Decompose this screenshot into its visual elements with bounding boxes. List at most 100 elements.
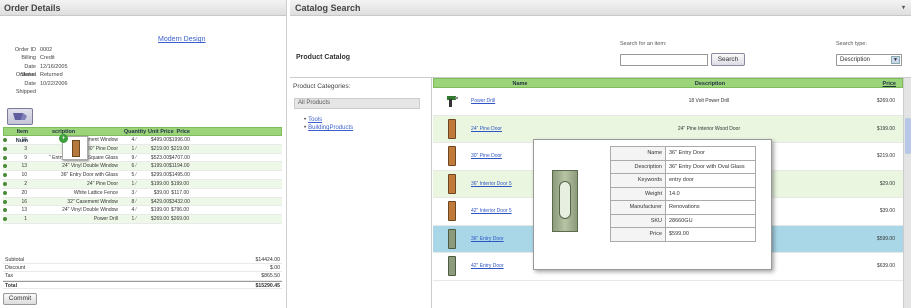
field-value: Credit — [40, 55, 55, 62]
edit-icon: ⁄ — [135, 154, 137, 161]
item-qty[interactable]: 3 ⁄ — [121, 189, 147, 197]
item-qty[interactable]: 1 ⁄ — [121, 215, 147, 223]
order-field: Status Returned — [4, 71, 114, 79]
item-qty[interactable]: 1 ⁄ — [121, 145, 147, 153]
total-value: $15290.45 — [255, 282, 280, 289]
order-field: Order ID 0002 — [4, 46, 114, 54]
col-price[interactable]: Price — [170, 128, 192, 135]
total-value: $14424.00 — [255, 257, 280, 263]
item-qty[interactable]: 6 ⁄ — [121, 162, 147, 170]
col-price[interactable]: Price — [852, 79, 902, 87]
col-name[interactable]: Name — [472, 79, 568, 87]
product-price: $219.00 — [876, 153, 895, 160]
detail-row: Name 36" Entry Door — [610, 146, 756, 161]
edit-icon: ⁄ — [135, 216, 137, 223]
detail-row: SKU 28660GU — [610, 213, 756, 228]
modern-design-link[interactable]: Modern Design — [158, 36, 205, 43]
category-list: ToolsBuildingProducts — [304, 116, 353, 132]
product-price: $29.00 — [879, 180, 895, 187]
scroll-thumb[interactable] — [905, 118, 911, 154]
order-item-row[interactable]: 3 30" Pine Door 1 ⁄ $219.00 $219.00 — [3, 144, 282, 154]
field-value: 12/16/2005 — [40, 63, 68, 70]
order-item-row[interactable]: 13 24" Vinyl Double Window 4 ⁄ $199.00 $… — [3, 206, 282, 216]
item-unit-price: $499.00 — [150, 137, 169, 143]
item-qty[interactable]: 4 ⁄ — [121, 136, 147, 144]
item-qty[interactable]: 8 ⁄ — [121, 198, 147, 206]
total-label: Discount — [5, 265, 26, 272]
product-price: $199.00 — [876, 125, 895, 132]
order-totals: Subtotal $14424.00 Discount $.00 Tax $865.… — [3, 256, 282, 289]
search-label: Search for an item: — [620, 41, 667, 47]
detail-key: Keywords — [610, 173, 666, 188]
item-price: $117.00 — [171, 189, 189, 196]
item-price: $269.00 — [170, 216, 189, 223]
product-scrollbar[interactable] — [903, 78, 911, 308]
item-qty[interactable]: 1 ⁄ — [121, 180, 147, 188]
search-type-value: Description — [840, 57, 871, 63]
product-price: $639.00 — [876, 263, 895, 270]
order-details-panel: Order Details Modern Design Order ID 000… — [0, 0, 287, 308]
item-price: $199.00 — [170, 180, 189, 187]
detail-value: 36" Entry Door with Oval Glass — [665, 159, 756, 174]
order-item-row[interactable]: 20 White Lattice Fence 3 ⁄ $39.00 $117.0… — [3, 189, 282, 198]
col-description[interactable]: Description — [568, 79, 852, 87]
category-link[interactable]: BuildingProducts — [304, 124, 353, 132]
order-item-row[interactable]: 16 32" Casement Window 8 ⁄ $429.00 $3432… — [3, 197, 282, 207]
order-item-row[interactable]: 10 36" Entry Door with Glass 5 ⁄ $299.00… — [3, 171, 282, 180]
search-input[interactable] — [620, 54, 708, 66]
product-price: $39.00 — [879, 208, 895, 215]
collapse-icon[interactable]: ▾ — [902, 4, 905, 11]
detail-value: 28660GU — [665, 213, 756, 228]
door-icon — [448, 256, 456, 277]
commit-button[interactable]: Commit — [3, 293, 37, 305]
col-unit-price[interactable]: Unit Price — [148, 128, 174, 135]
item-qty[interactable]: 4 ⁄ — [121, 206, 147, 214]
total-row: Tax $865.50 — [3, 272, 282, 281]
item-qty[interactable]: 5 ⁄ — [121, 171, 147, 179]
item-name: White Lattice Fence — [73, 189, 118, 196]
product-name-link[interactable]: Power Drill — [471, 98, 567, 104]
order-item-row[interactable]: 15 42" Casement Window 4 ⁄ $499.00 $1996… — [3, 136, 282, 145]
order-item-row[interactable]: 2 24" Pine Door 1 ⁄ $199.00 $199.00 — [3, 179, 282, 189]
edit-icon: ⁄ — [135, 189, 137, 196]
order-item-row[interactable]: 13 24" Vinyl Double Window 6 ⁄ $199.00 $… — [3, 162, 282, 172]
category-link[interactable]: Tools — [304, 116, 353, 124]
search-button[interactable]: Search — [711, 53, 745, 66]
product-detail-tooltip: Name 36" Entry Door Description 36" Entry… — [533, 139, 772, 270]
order-field: Billing Credit — [4, 54, 114, 62]
order-item-row[interactable]: 9 " Entry Door with Square Glass 9 ⁄ $52… — [3, 154, 282, 163]
door-icon — [448, 118, 456, 139]
all-products-button[interactable]: All Products — [294, 98, 420, 109]
item-price: $3432.00 — [169, 198, 190, 205]
field-label: Date Shipped — [15, 80, 36, 95]
search-type-select[interactable]: Description ▼ — [836, 54, 902, 66]
truck-icon — [13, 113, 27, 120]
order-item-row[interactable]: 1 Power Drill 1 ⁄ $269.00 $269.00 — [3, 215, 282, 224]
item-num: 13 — [21, 163, 27, 170]
order-field: Date Ordered 12/16/2005 — [4, 63, 114, 78]
product-row[interactable]: Power Drill 18 Volt Power Drill $269.00 — [433, 88, 903, 116]
total-label: Subtotal — [5, 257, 25, 263]
item-price: $4707.00 — [169, 154, 190, 161]
edit-icon: ⁄ — [135, 180, 137, 187]
product-catalog-title: Product Catalog — [296, 54, 351, 61]
item-qty[interactable]: 9 ⁄ — [121, 154, 147, 162]
total-value: $865.50 — [261, 273, 280, 280]
col-item-num[interactable]: Item Num — [10, 128, 32, 144]
drag-door-thumbnail[interactable]: + — [59, 134, 88, 160]
drill-icon — [447, 96, 458, 108]
col-description[interactable]: scription — [32, 128, 122, 135]
total-value: $.00 — [269, 265, 280, 272]
shipping-truck-button[interactable] — [7, 108, 33, 125]
detail-key: SKU — [610, 213, 666, 228]
col-quantity[interactable]: Quantity — [122, 128, 148, 135]
item-unit-price: $219.00 — [150, 145, 169, 152]
total-row: Discount $.00 — [3, 264, 282, 273]
product-price: $599.00 — [876, 235, 895, 242]
field-value: 10/22/2006 — [40, 80, 68, 87]
product-description: 24" Pine Interior Wood Door — [677, 125, 741, 132]
total-label: Total — [5, 282, 18, 289]
field-value: Returned — [40, 72, 63, 79]
catalog-search-title: Catalog Search — [295, 3, 361, 13]
product-name-link[interactable]: 24" Pine Door — [471, 126, 567, 132]
